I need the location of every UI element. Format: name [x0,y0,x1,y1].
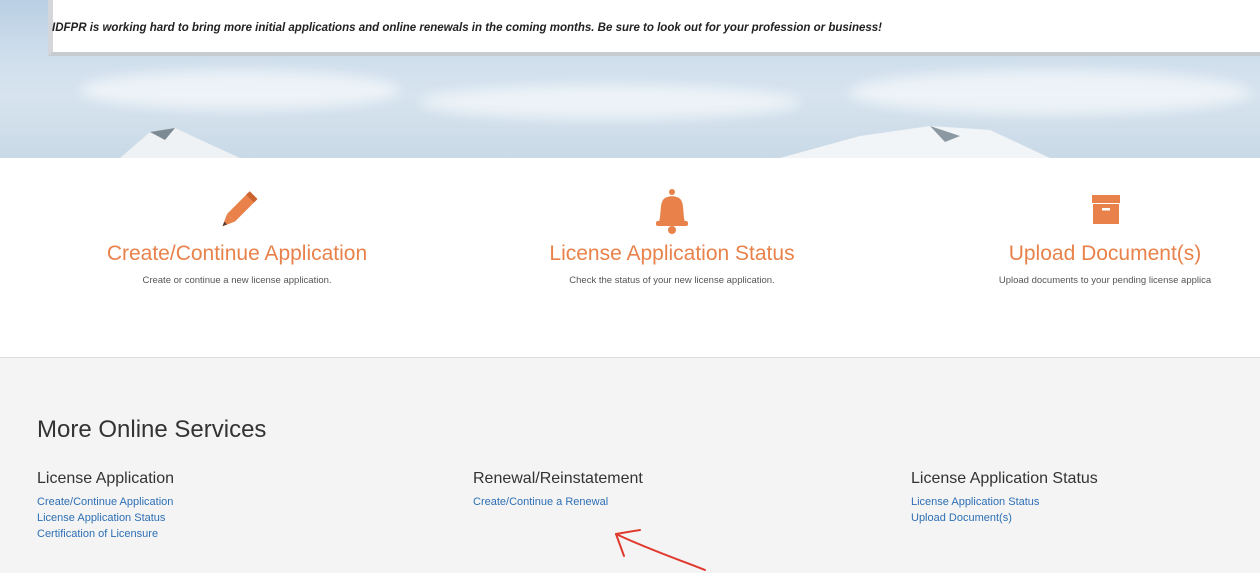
column-heading: Renewal/Reinstatement [473,470,643,487]
create-continue-application-link[interactable]: Create/Continue Application [37,494,174,510]
upload-documents-card[interactable]: Upload Document(s) Upload documents to y… [905,186,1260,286]
license-application-status-card[interactable]: License Application Status Check the sta… [472,186,872,286]
pencil-icon [222,191,258,227]
license-application-column: License Application Create/Continue Appl… [37,470,174,542]
notice-text: IDFPR is working hard to bring more init… [52,22,883,34]
license-application-status-link[interactable]: License Application Status [37,510,174,526]
card-description: Check the status of your new license app… [569,275,775,286]
renewal-reinstatement-column: Renewal/Reinstatement Create/Continue a … [473,470,643,510]
upload-documents-link[interactable]: Upload Document(s) [911,510,1098,526]
mountain-illustration [120,126,1050,158]
column-heading: License Application Status [911,470,1098,487]
card-description: Upload documents to your pending license… [998,275,1212,286]
create-continue-renewal-link[interactable]: Create/Continue a Renewal [473,494,643,510]
license-application-status-column: License Application Status License Appli… [911,470,1098,526]
bell-icon [656,189,688,234]
card-description: Create or continue a new license applica… [142,275,332,286]
hero-banner: IDFPR is working hard to bring more init… [0,0,1260,158]
license-application-status-link[interactable]: License Application Status [911,494,1098,510]
red-arrow-annotation [615,529,706,571]
create-continue-application-card[interactable]: Create/Continue Application Create or co… [37,186,437,286]
column-heading: License Application [37,470,174,487]
card-title[interactable]: Create/Continue Application [37,242,437,266]
certification-of-licensure-link[interactable]: Certification of Licensure [37,526,174,542]
section-title: More Online Services [37,416,267,443]
card-title[interactable]: Upload Document(s) [905,242,1260,266]
card-title[interactable]: License Application Status [472,242,872,266]
archive-box-icon [1092,195,1120,224]
